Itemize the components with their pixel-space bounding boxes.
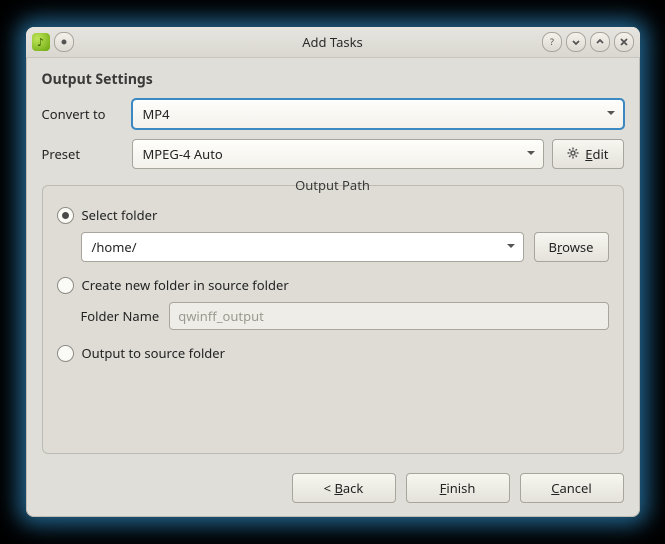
chevron-down-icon [605,105,617,123]
chevron-down-icon [525,145,537,163]
radio-output-source[interactable] [57,345,74,362]
radio-output-source-label: Output to source folder [82,344,226,362]
radio-select-folder[interactable] [57,207,74,224]
close-button[interactable] [614,32,634,52]
dialog-footer: < Back Finish Cancel [42,464,624,503]
pin-button[interactable] [54,32,74,52]
app-icon: ♪ [32,33,50,51]
back-button[interactable]: < Back [292,473,396,503]
folder-name-label: Folder Name [81,307,160,325]
gear-icon [567,145,579,163]
dialog-window: ♪ Add Tasks ? Output Settings Convert to… [26,27,640,517]
browse-button-label: Browse [549,238,594,256]
convert-to-value: MP4 [143,105,170,123]
maximize-button[interactable] [590,32,610,52]
folder-name-placeholder: qwinff_output [178,307,264,325]
output-path-legend: Output Path [285,176,380,194]
output-path-group: Output Path Select folder /home/ Browse [42,185,624,454]
convert-to-label: Convert to [42,105,124,123]
back-button-label: < Back [324,479,364,497]
cancel-button-label: Cancel [551,479,591,497]
output-folder-combo[interactable]: /home/ [81,232,524,262]
radio-select-folder-label: Select folder [82,206,158,224]
preset-value: MPEG-4 Auto [143,145,223,163]
section-heading: Output Settings [42,70,624,89]
edit-button-label: Edit [585,145,608,163]
client-area: Output Settings Convert to MP4 Preset MP… [26,58,640,517]
folder-name-input[interactable]: qwinff_output [169,302,608,330]
help-button[interactable]: ? [542,32,562,52]
finish-button-label: Finish [440,479,476,497]
preset-select[interactable]: MPEG-4 Auto [132,139,545,169]
radio-create-folder-label: Create new folder in source folder [82,276,289,294]
output-folder-value: /home/ [92,238,137,256]
cancel-button[interactable]: Cancel [520,473,624,503]
convert-to-select[interactable]: MP4 [132,99,624,129]
browse-button[interactable]: Browse [534,232,609,262]
titlebar: ♪ Add Tasks ? [26,27,640,58]
finish-button[interactable]: Finish [406,473,510,503]
chevron-down-icon [505,238,517,256]
radio-create-folder[interactable] [57,277,74,294]
minimize-button[interactable] [566,32,586,52]
svg-text:?: ? [550,37,554,47]
preset-label: Preset [42,145,124,163]
edit-button[interactable]: Edit [552,139,623,169]
